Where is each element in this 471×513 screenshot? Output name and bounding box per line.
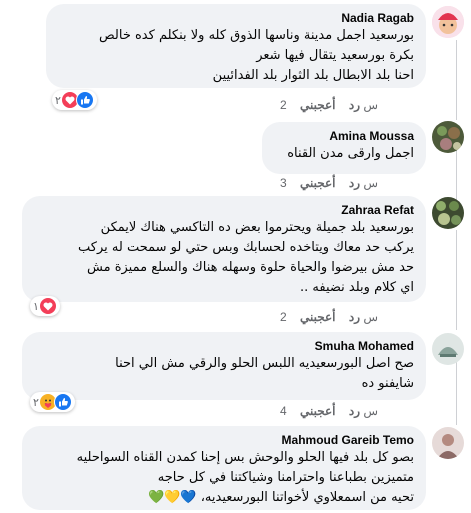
comment-line: بكرة بورسعيد يتقال فيها شعر <box>256 48 414 63</box>
comment-author[interactable]: Mahmoud Gareib Temo <box>34 432 414 448</box>
comment-line: متميزين بطباعنا واحترامنا وشياكتنا في كل… <box>157 470 414 485</box>
comment-bubble: Amina Moussa اجمل وارقى مدن القناه <box>262 122 426 174</box>
comment-author[interactable]: Smuha Mohamed <box>34 338 414 354</box>
avatar-image <box>432 427 464 459</box>
reaction-summary[interactable]: ٢ <box>52 90 97 110</box>
comment-line: صح اصل البورسعيديه اللبس الحلو والرقي مش… <box>115 356 414 371</box>
comment-line: شايفنو ده <box>361 376 414 391</box>
comment-line: بورسعيد اجمل مدينة وناسها الذوق كله ولا … <box>98 28 414 43</box>
comment-actions: 2 س رد أعجبني <box>270 310 378 324</box>
thread-line <box>456 150 457 200</box>
comment-bubble: Zahraa Refat بورسعيد بلد جميلة ويحترموا … <box>22 196 426 302</box>
like-button[interactable]: أعجبني <box>300 176 335 190</box>
comment-actions: 4 س رد أعجبني <box>270 404 378 418</box>
comment-bubble: Smuha Mohamed صح اصل البورسعيديه اللبس ا… <box>22 332 426 400</box>
comment-actions: 3 س رد أعجبني <box>270 176 378 190</box>
like-button[interactable]: أعجبني <box>300 310 335 324</box>
thread-line <box>456 230 457 330</box>
comment-bubble: Mahmoud Gareib Temo بصو كل بلد فيها الحل… <box>22 426 426 510</box>
comment-line: اي كلام وبلد نضيفه .. <box>300 280 414 295</box>
avatar[interactable] <box>432 121 464 153</box>
comment-line: حد مش بيرضوا والحياة حلوة وسهله هناك وال… <box>87 260 414 275</box>
comment-author[interactable]: Amina Moussa <box>274 128 414 144</box>
avatar[interactable] <box>432 333 464 365</box>
comment-line: بصو كل بلد فيها الحلو والوحش بس إحنا كمد… <box>76 450 414 465</box>
love-icon <box>38 297 57 315</box>
comment-line: اجمل وارقى مدن القناه <box>287 146 414 161</box>
reply-button[interactable]: رد <box>349 404 360 418</box>
comment-actions: 2 س رد أعجبني <box>270 98 378 112</box>
comment-line: تحيه من اسمعلاوي لأخواتنا البورسعيديه، 💙… <box>148 490 414 505</box>
comment-text: بورسعيد اجمل مدينة وناسها الذوق كله ولا … <box>58 26 414 86</box>
comment-author[interactable]: Nadia Ragab <box>58 10 414 26</box>
avatar[interactable] <box>432 6 464 38</box>
like-icon <box>53 393 72 411</box>
reaction-summary[interactable]: ٢ <box>30 392 75 412</box>
comment-text: اجمل وارقى مدن القناه <box>274 144 414 164</box>
reply-button[interactable]: رد <box>349 98 360 112</box>
reaction-summary[interactable]: ١ <box>30 296 60 316</box>
comment-text: بورسعيد بلد جميلة ويحترموا بعض ده التاكس… <box>34 218 414 298</box>
avatar[interactable] <box>432 197 464 229</box>
comment-line: احنا بلد الابطال بلد الثوار بلد الفدائيي… <box>212 68 414 83</box>
comment-line: بورسعيد بلد جميلة ويحترموا بعض ده التاكس… <box>100 220 414 235</box>
comment-author[interactable]: Zahraa Refat <box>34 202 414 218</box>
comment-text: صح اصل البورسعيديه اللبس الحلو والرقي مش… <box>34 354 414 394</box>
comment-text: بصو كل بلد فيها الحلو والوحش بس إحنا كمد… <box>34 448 414 508</box>
avatar-image <box>432 121 464 153</box>
avatar-image <box>432 197 464 229</box>
avatar-image <box>432 6 464 38</box>
avatar[interactable] <box>432 427 464 459</box>
thread-line <box>456 40 457 120</box>
avatar-image <box>432 333 464 365</box>
reply-button[interactable]: رد <box>349 310 360 324</box>
comment-bubble: Nadia Ragab بورسعيد اجمل مدينة وناسها ال… <box>46 4 426 88</box>
comment-line: يركب حد معاك ويتاخده لحسابك وبس حتي لو س… <box>78 240 414 255</box>
thread-line <box>456 360 457 425</box>
like-button[interactable]: أعجبني <box>300 98 335 112</box>
reply-button[interactable]: رد <box>349 176 360 190</box>
like-icon <box>75 91 94 109</box>
like-button[interactable]: أعجبني <box>300 404 335 418</box>
